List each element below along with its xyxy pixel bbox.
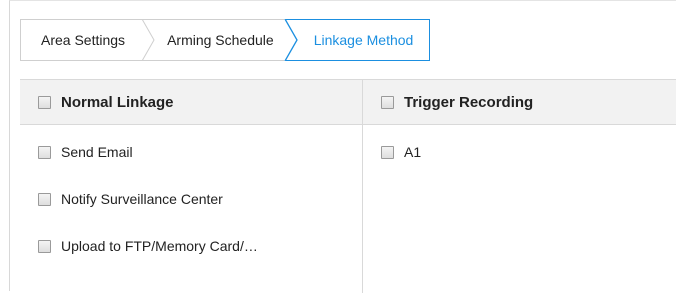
normal-linkage-select-all-checkbox[interactable]: [38, 96, 51, 109]
list-item-label: Send Email: [61, 144, 133, 160]
send-email-checkbox[interactable]: [38, 145, 51, 159]
column-header-normal-linkage: Normal Linkage: [38, 80, 174, 125]
tab-arming-schedule[interactable]: Arming Schedule: [143, 19, 286, 61]
trigger-recording-select-all-checkbox[interactable]: [381, 96, 394, 109]
content-frame: Area Settings Arming Schedule Linkage Me…: [9, 0, 676, 293]
linkage-table: Normal Linkage Trigger Recording Send Em…: [20, 79, 676, 293]
column-header-trigger-recording: Trigger Recording: [381, 80, 533, 125]
list-item-label: A1: [404, 144, 422, 160]
tab-bar: Area Settings Arming Schedule Linkage Me…: [20, 19, 431, 61]
list-item-a1: A1: [381, 142, 421, 162]
list-item-upload-ftp: Upload to FTP/Memory Card/…: [38, 236, 258, 256]
upload-ftp-checkbox[interactable]: [38, 239, 51, 253]
column-header-label: Normal Linkage: [61, 94, 174, 111]
column-header-label: Trigger Recording: [404, 94, 534, 111]
column-divider: [362, 80, 363, 293]
notify-surveillance-center-checkbox[interactable]: [38, 192, 51, 206]
tab-linkage-method[interactable]: Linkage Method: [283, 19, 431, 61]
chevron-right-icon: [142, 19, 155, 61]
chevron-right-icon: [283, 19, 298, 61]
list-item-notify-surveillance-center: Notify Surveillance Center: [38, 189, 223, 209]
a1-checkbox[interactable]: [381, 145, 394, 159]
tab-label: Area Settings: [41, 32, 126, 48]
list-item-label: Notify Surveillance Center: [61, 191, 223, 207]
list-item-label: Upload to FTP/Memory Card/…: [61, 238, 258, 254]
tab-label: Linkage Method: [313, 32, 414, 48]
list-item-send-email: Send Email: [38, 142, 133, 162]
tab-area-settings[interactable]: Area Settings: [20, 19, 155, 61]
tab-label: Arming Schedule: [167, 32, 274, 48]
